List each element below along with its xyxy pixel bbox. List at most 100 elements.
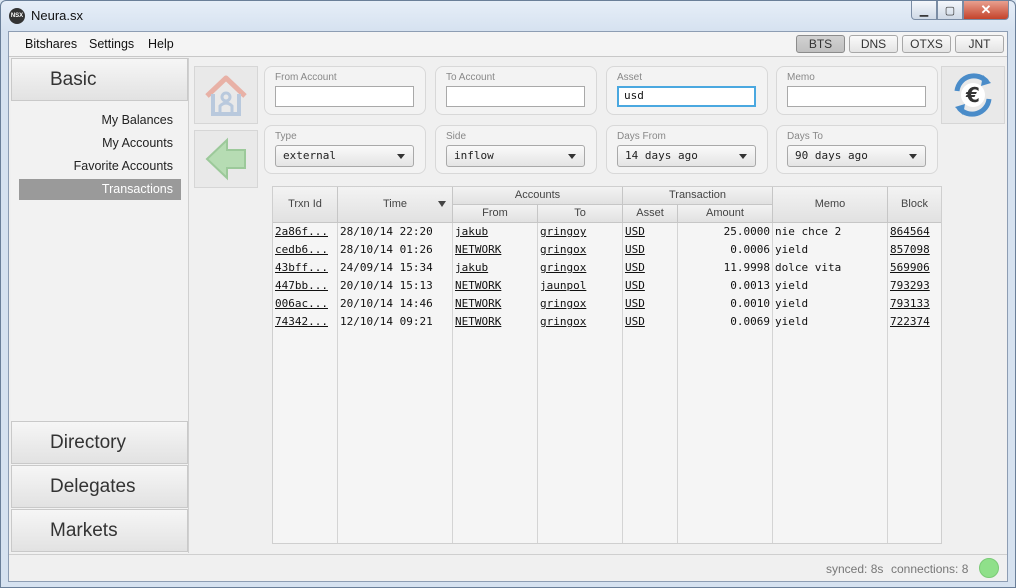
section-directory[interactable]: Directory — [11, 421, 188, 464]
cell-trxn-id[interactable]: 447bb... — [275, 277, 335, 294]
cell-block[interactable]: 722374 — [890, 313, 940, 330]
cell-asset[interactable]: USD — [625, 223, 675, 240]
client-area: Bitshares Settings Help BTS DNS OTXS JNT… — [8, 31, 1008, 582]
header-time-label: Time — [382, 198, 408, 210]
cell-from[interactable]: NETWORK — [455, 241, 535, 258]
to-account-input[interactable] — [446, 86, 585, 107]
tab-bts[interactable]: BTS — [796, 35, 845, 53]
days-from-select[interactable]: 14 days ago — [617, 145, 756, 167]
cell-asset[interactable]: USD — [625, 295, 675, 312]
table-row[interactable]: 447bb... 20/10/14 15:13 NETWORK jaunpol USD 0… — [273, 277, 941, 295]
header-from[interactable]: From — [453, 205, 538, 223]
cell-time: 20/10/14 15:13 — [340, 279, 433, 292]
cell-from[interactable]: jakub — [455, 259, 535, 276]
sidebar-item-my-accounts[interactable]: My Accounts — [19, 133, 181, 154]
cell-block[interactable]: 864564 — [890, 223, 940, 240]
type-select[interactable]: external — [275, 145, 414, 167]
days-from-value: 14 days ago — [625, 149, 698, 162]
menu-settings[interactable]: Settings — [89, 37, 134, 51]
cell-asset[interactable]: USD — [625, 241, 675, 258]
header-time[interactable]: Time — [338, 187, 453, 223]
cell-amount: 11.9998 — [723, 261, 770, 274]
cell-to[interactable]: gringox — [540, 313, 620, 330]
to-account-label: To Account — [446, 72, 495, 83]
cell-block[interactable]: 793133 — [890, 295, 940, 312]
cell-from[interactable]: NETWORK — [455, 313, 535, 330]
cell-amount: 0.0006 — [730, 243, 770, 256]
cell-from[interactable]: NETWORK — [455, 295, 535, 312]
cell-to[interactable]: gringox — [540, 259, 620, 276]
table-row[interactable]: 43bff... 24/09/14 15:34 jakub gringox USD 11.… — [273, 259, 941, 277]
cell-trxn-id[interactable]: 43bff... — [275, 259, 335, 276]
section-markets[interactable]: Markets — [11, 509, 188, 552]
days-to-select[interactable]: 90 days ago — [787, 145, 926, 167]
sidebar-item-my-balances[interactable]: My Balances — [19, 110, 181, 131]
table-row[interactable]: 74342... 12/10/14 09:21 NETWORK gringox USD 0… — [273, 313, 941, 331]
minimize-button[interactable]: ▁ — [911, 1, 937, 20]
cell-asset[interactable]: USD — [625, 277, 675, 294]
cell-to[interactable]: gringox — [540, 295, 620, 312]
app-logo-icon: NSX — [9, 8, 25, 24]
side-label: Side — [446, 131, 467, 142]
asset-input[interactable]: usd — [617, 86, 756, 107]
window-title: Neura.sx — [31, 8, 84, 23]
from-account-input[interactable] — [275, 86, 414, 107]
cell-trxn-id[interactable]: 2a86f... — [275, 223, 335, 240]
sidebar-item-favorite-accounts[interactable]: Favorite Accounts — [19, 156, 181, 177]
cell-trxn-id[interactable]: 74342... — [275, 313, 335, 330]
header-memo[interactable]: Memo — [773, 187, 888, 223]
exchange-button[interactable]: € — [941, 66, 1005, 124]
cell-time: 20/10/14 14:46 — [340, 297, 433, 310]
menu-help[interactable]: Help — [148, 37, 174, 51]
side-select[interactable]: inflow — [446, 145, 585, 167]
cell-block[interactable]: 569906 — [890, 259, 940, 276]
filter-asset: Asset usd — [606, 66, 768, 115]
menu-bar: Bitshares Settings Help BTS DNS OTXS JNT — [9, 32, 1007, 57]
header-asset[interactable]: Asset — [623, 205, 678, 223]
maximize-button[interactable]: ▢ — [937, 1, 963, 20]
header-block[interactable]: Block — [888, 187, 941, 223]
title-bar[interactable]: NSX Neura.sx ▁ ▢ ✕ — [1, 1, 1015, 31]
side-value: inflow — [454, 149, 494, 162]
table-row[interactable]: cedb6... 28/10/14 01:26 NETWORK gringox USD 0… — [273, 241, 941, 259]
cell-to[interactable]: gringox — [540, 241, 620, 258]
connections-status: connections: 8 — [891, 562, 969, 576]
cell-to[interactable]: gringoy — [540, 223, 620, 240]
cell-to[interactable]: jaunpol — [540, 277, 620, 294]
status-bar: synced: 8s connections: 8 — [9, 554, 1007, 581]
cell-trxn-id[interactable]: cedb6... — [275, 241, 335, 258]
home-icon — [205, 75, 247, 116]
cell-asset[interactable]: USD — [625, 313, 675, 330]
sync-status: synced: 8s — [826, 562, 884, 576]
header-amount[interactable]: Amount — [678, 205, 773, 223]
home-button[interactable] — [194, 66, 258, 124]
cell-time: 24/09/14 15:34 — [340, 261, 433, 274]
cell-block[interactable]: 793293 — [890, 277, 940, 294]
cell-asset[interactable]: USD — [625, 259, 675, 276]
cell-from[interactable]: jakub — [455, 223, 535, 240]
section-basic[interactable]: Basic — [11, 58, 188, 101]
transactions-panel: € From Account To Account Asset usd Memo… — [191, 58, 1007, 553]
filter-days-to: Days To 90 days ago — [776, 125, 938, 174]
cell-from[interactable]: NETWORK — [455, 277, 535, 294]
close-icon: ✕ — [980, 2, 992, 17]
cell-trxn-id[interactable]: 006ac... — [275, 295, 335, 312]
sort-descending-icon — [438, 201, 446, 207]
menu-bitshares[interactable]: Bitshares — [25, 37, 77, 51]
memo-input[interactable] — [787, 86, 926, 107]
cell-block[interactable]: 857098 — [890, 241, 940, 258]
header-trxn-id[interactable]: Trxn Id — [273, 187, 338, 223]
table-row[interactable]: 006ac... 20/10/14 14:46 NETWORK gringox USD 0… — [273, 295, 941, 313]
tab-otxs[interactable]: OTXS — [902, 35, 951, 53]
sidebar-item-transactions[interactable]: Transactions — [19, 179, 181, 200]
tab-dns[interactable]: DNS — [849, 35, 898, 53]
cell-amount: 0.0069 — [730, 315, 770, 328]
close-button[interactable]: ✕ — [963, 1, 1009, 20]
tab-jnt[interactable]: JNT — [955, 35, 1004, 53]
section-delegates[interactable]: Delegates — [11, 465, 188, 508]
header-to[interactable]: To — [538, 205, 623, 223]
cell-memo: dolce vita — [775, 261, 842, 274]
back-button[interactable] — [194, 130, 258, 188]
table-row[interactable]: 2a86f... 28/10/14 22:20 jakub gringoy USD 25.… — [273, 223, 941, 241]
cell-memo: yield — [775, 315, 809, 328]
